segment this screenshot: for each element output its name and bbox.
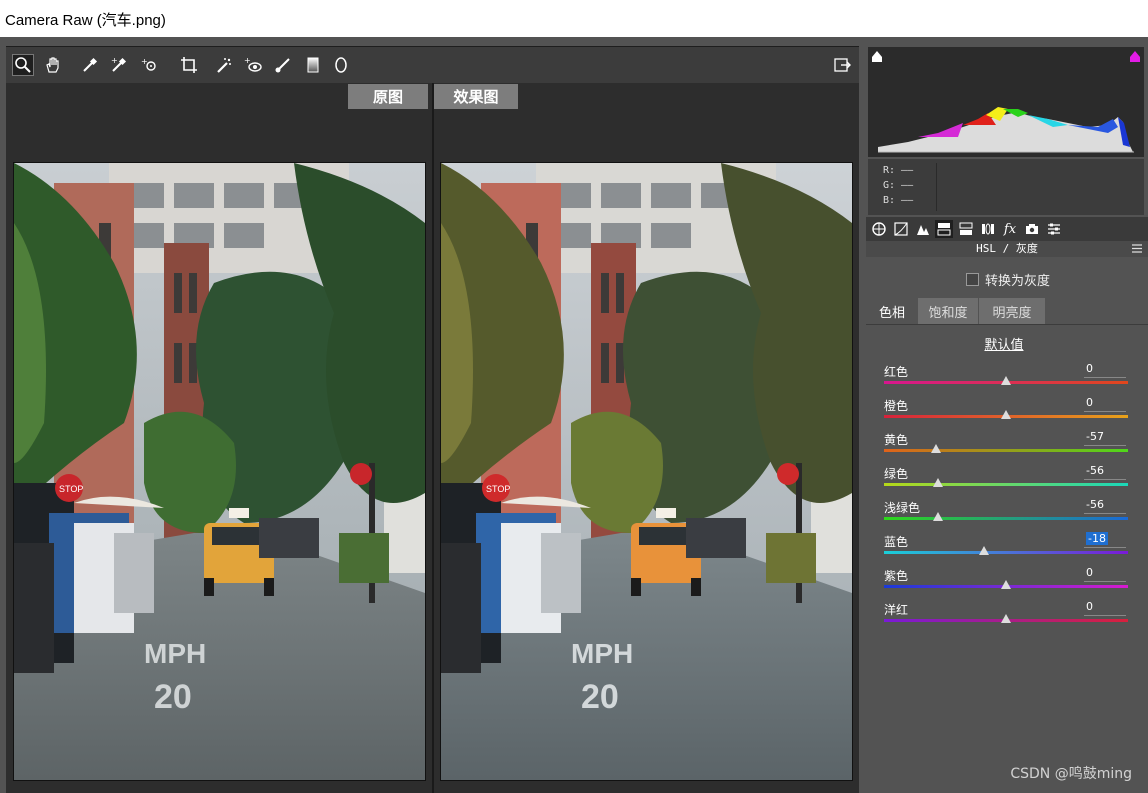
svg-text:MPH: MPH [144,638,206,669]
white-balance-icon[interactable] [79,54,101,76]
open-preferences-icon[interactable] [831,54,853,76]
b-readout: B: —— [883,195,914,206]
before-photo: STOP MPH 20 [13,162,426,781]
adjustment-panel: R: —— G: —— B: —— fx HSL / 灰度 转换为灰度 色相 饱… [866,46,1148,792]
tool-bar: + + + [6,47,859,83]
svg-text:20: 20 [581,678,619,716]
slider-thumb[interactable] [932,478,943,487]
tab-luminance[interactable]: 明亮度 [979,298,1045,324]
basic-tab-icon[interactable] [870,220,888,238]
window-titlebar: Camera Raw (汽车.png) [0,0,1148,37]
hand-icon[interactable] [42,54,64,76]
svg-text:+: + [244,56,251,65]
watermark: CSDN @鸣鼓ming [1010,766,1132,782]
slider-magenta[interactable]: 洋红 0 [884,600,1128,635]
targeted-adjust-icon[interactable]: + [139,54,161,76]
lens-tab-icon[interactable] [979,220,997,238]
slider-label: 橙色 [884,399,909,413]
slider-track[interactable] [884,551,1128,554]
panel-title: HSL / 灰度 [866,241,1148,257]
before-view-label: 原图 [348,84,428,109]
after-photo: STOP MPH 20 [440,162,853,781]
after-view-label: 效果图 [434,84,518,109]
hsl-tab-icon[interactable] [935,220,953,238]
slider-aqua[interactable]: 浅绿色 -56 [884,498,1128,533]
slider-red[interactable]: 红色 0 [884,362,1128,397]
tab-hue[interactable]: 色相 [866,298,918,324]
slider-label: 绿色 [884,467,909,481]
svg-text:STOP: STOP [486,484,510,494]
slider-value-input[interactable]: -18 [1084,532,1126,548]
grayscale-label: 转换为灰度 [985,274,1051,289]
slider-orange[interactable]: 橙色 0 [884,396,1128,431]
slider-label: 蓝色 [884,535,909,549]
compare-divider [432,83,434,793]
slider-track[interactable] [884,449,1128,452]
slider-thumb[interactable] [1001,614,1011,623]
slider-value-input[interactable]: 0 [1084,566,1126,582]
color-sampler-icon[interactable]: + [108,54,130,76]
svg-text:+: + [111,56,118,65]
detail-tab-icon[interactable] [914,220,932,238]
window-title: Camera Raw (汽车.png) [5,12,166,29]
rgb-readout: R: —— G: —— B: —— [868,159,1144,215]
convert-grayscale-row[interactable]: 转换为灰度 [966,270,1050,289]
slider-thumb[interactable] [1001,376,1011,385]
tab-saturation[interactable]: 饱和度 [918,298,978,324]
slider-track[interactable] [884,483,1128,486]
hsl-subtabs: 色相 饱和度 明亮度 [866,298,1148,325]
slider-thumb[interactable] [1001,410,1011,419]
slider-thumb[interactable] [931,444,942,453]
panel-tabs: fx [866,217,1148,241]
slider-value-input[interactable]: -56 [1084,498,1126,514]
svg-text:+: + [141,57,148,66]
slider-green[interactable]: 绿色 -56 [884,464,1128,499]
slider-thumb[interactable] [979,546,990,555]
readout-separator [936,163,937,211]
red-eye-icon[interactable]: + [242,54,264,76]
radial-filter-icon[interactable] [330,54,352,76]
slider-label: 洋红 [884,603,909,617]
svg-text:20: 20 [154,678,192,716]
histogram [868,47,1144,157]
default-link[interactable]: 默认值 [866,334,1142,353]
adjustment-brush-icon[interactable] [272,54,294,76]
preview-area: + + + 原图 效果图 STOP MPH 20 STOP MPH 20 [6,46,859,793]
slider-blue[interactable]: 蓝色 -18 [884,532,1128,567]
slider-value-input[interactable]: 0 [1084,362,1126,378]
crop-icon[interactable] [178,54,200,76]
tone-curve-tab-icon[interactable] [892,220,910,238]
svg-text:STOP: STOP [59,484,83,494]
slider-value-input[interactable]: 0 [1084,396,1126,412]
slider-thumb[interactable] [932,512,943,521]
spot-removal-icon[interactable] [213,54,235,76]
camera-calibration-tab-icon[interactable] [1023,220,1041,238]
slider-thumb[interactable] [1001,580,1011,589]
slider-value-input[interactable]: 0 [1084,600,1126,616]
graduated-filter-icon[interactable] [302,54,324,76]
effects-tab-icon[interactable]: fx [1001,220,1019,238]
panel-menu-icon[interactable] [1132,244,1142,253]
zoom-icon[interactable] [12,54,34,76]
slider-yellow[interactable]: 黄色 -57 [884,430,1128,465]
slider-purple[interactable]: 紫色 0 [884,566,1128,601]
slider-label: 浅绿色 [884,501,921,515]
slider-value-input[interactable]: -56 [1084,464,1126,480]
slider-label: 红色 [884,365,909,379]
svg-text:MPH: MPH [571,638,633,669]
split-toning-tab-icon[interactable] [957,220,975,238]
slider-track[interactable] [884,517,1128,520]
slider-value-input[interactable]: -57 [1084,430,1126,446]
slider-label: 紫色 [884,569,909,583]
presets-tab-icon[interactable] [1045,220,1063,238]
r-readout: R: —— [883,165,914,176]
grayscale-checkbox[interactable] [966,273,979,286]
g-readout: G: —— [883,180,914,191]
slider-label: 黄色 [884,433,909,447]
